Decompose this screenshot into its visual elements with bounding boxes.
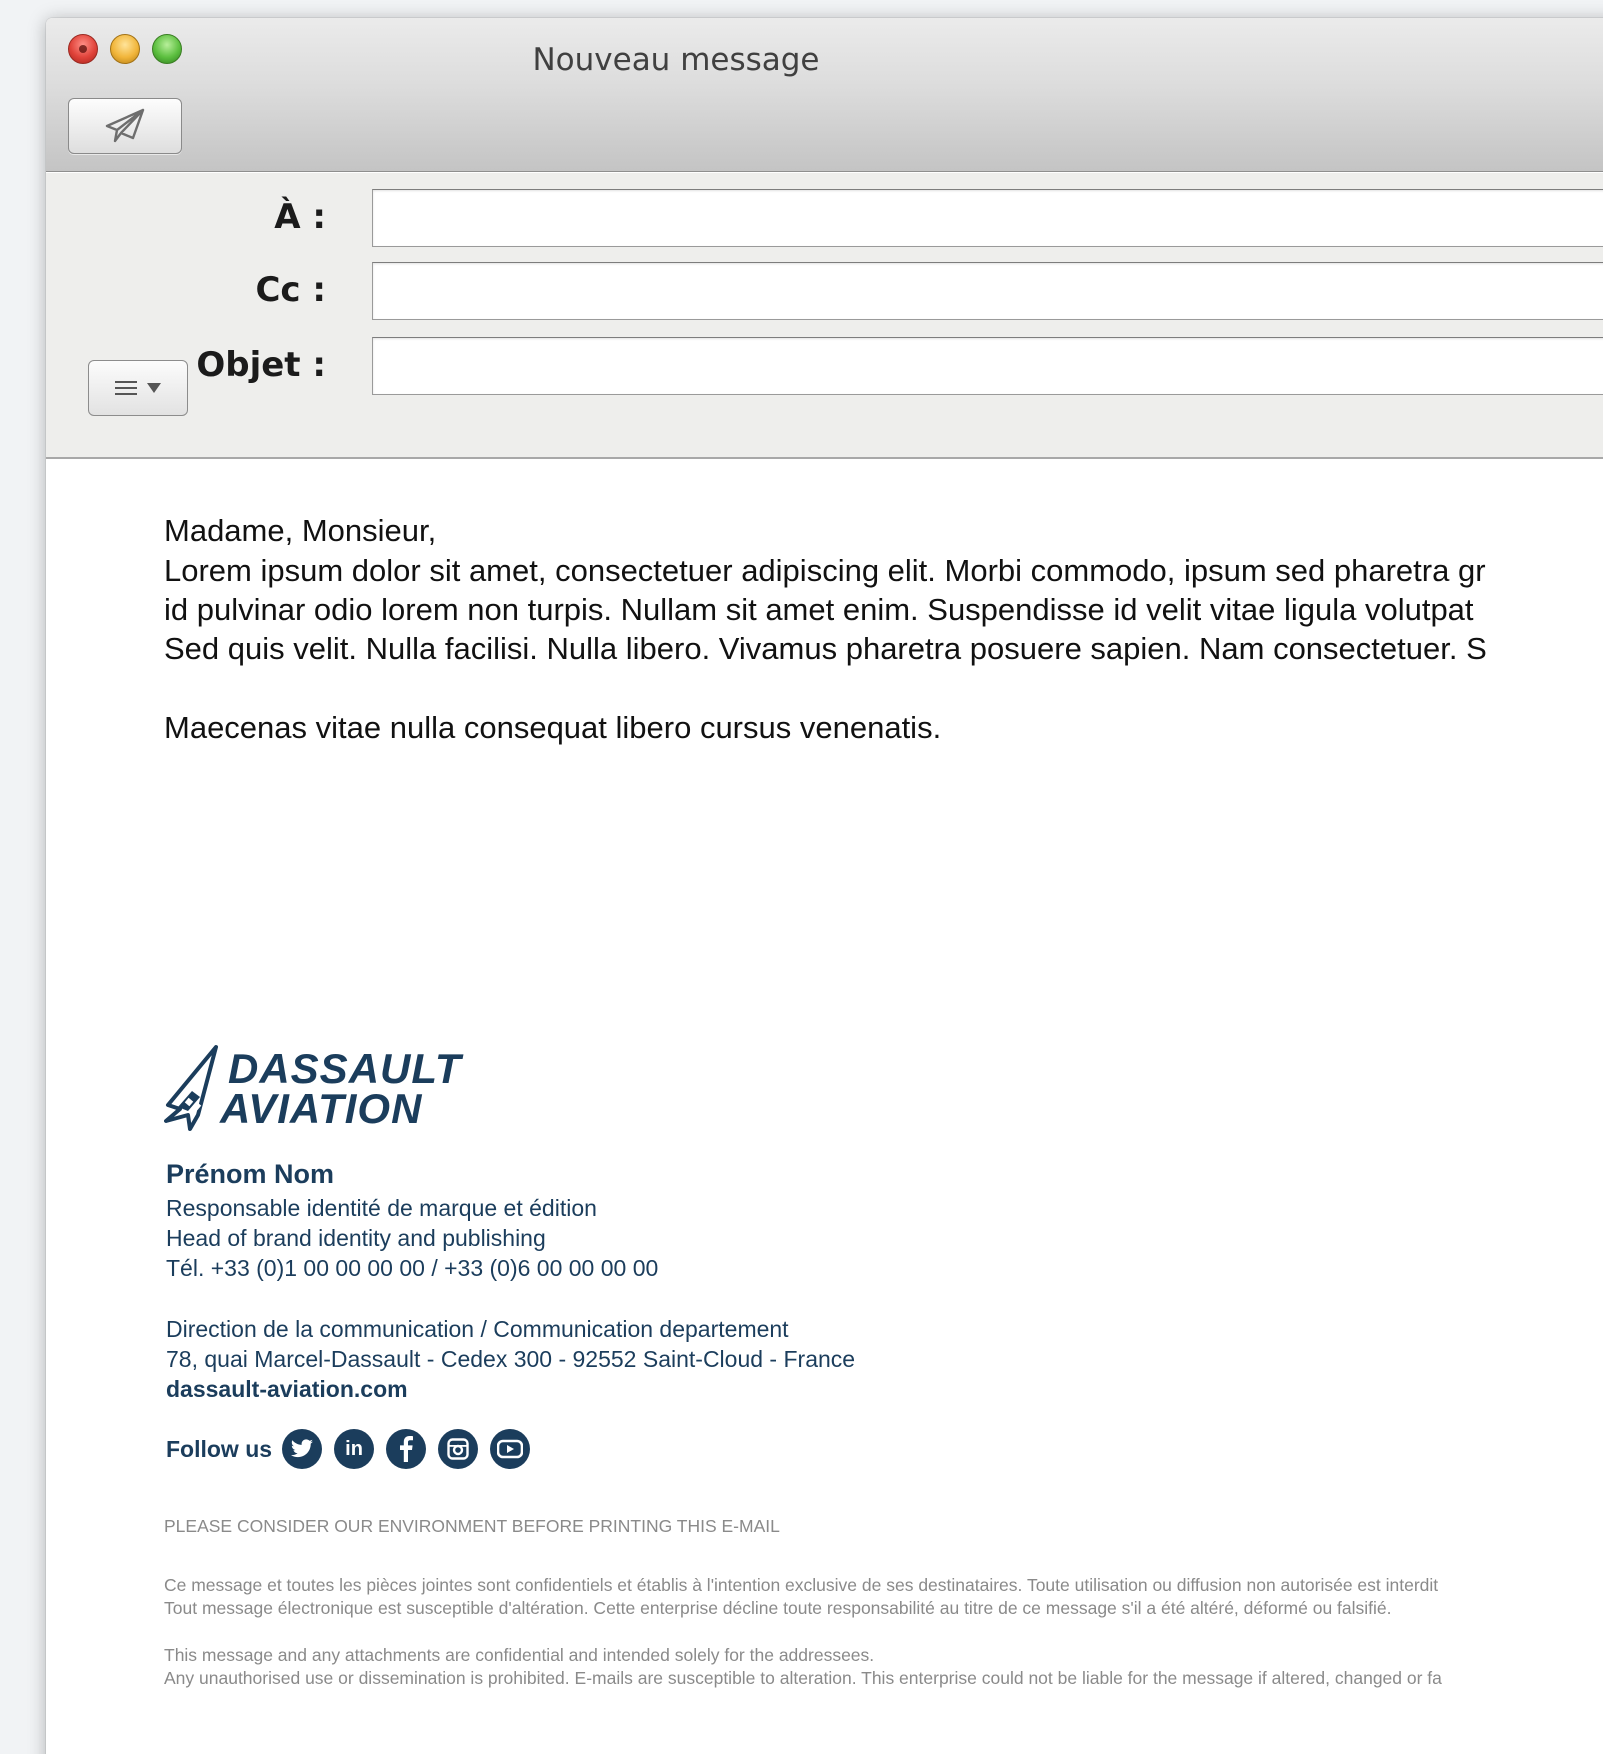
message-body[interactable]: Madame, Monsieur, Lorem ipsum dolor sit … xyxy=(46,461,1603,1754)
disclaimer-fr-line-2: Tout message électronique est susceptibl… xyxy=(164,1598,1392,1618)
company-logo: DASSAULT AVIATION xyxy=(164,1045,494,1137)
environment-notice: PLEASE CONSIDER OUR ENVIRONMENT BEFORE P… xyxy=(164,1516,780,1536)
twitter-icon[interactable] xyxy=(282,1429,323,1469)
signature-website-link[interactable]: dassault-aviation.com xyxy=(166,1374,408,1404)
subject-label: Objet : xyxy=(196,345,326,385)
window-title-text: Nouveau message xyxy=(532,42,820,78)
message-header-fields: À : Cc : Objet : xyxy=(46,173,1603,459)
title-bar: Nouveau message xyxy=(46,18,1603,172)
to-field[interactable] xyxy=(372,189,1603,247)
body-line-2: id pulvinar odio lorem non turpis. Nulla… xyxy=(164,592,1474,627)
linkedin-icon[interactable]: in xyxy=(334,1429,375,1469)
facebook-icon[interactable] xyxy=(386,1429,427,1469)
disclaimer-en-line-2: Any unauthorised use or dissemination is… xyxy=(164,1668,1442,1688)
cc-label: Cc : xyxy=(255,270,326,310)
signature-address: 78, quai Marcel-Dassault - Cedex 300 - 9… xyxy=(166,1346,856,1372)
send-button[interactable] xyxy=(68,98,182,154)
signature-phone: Tél. +33 (0)1 00 00 00 00 / +33 (0)6 00 … xyxy=(166,1255,659,1281)
follow-us-label: Follow us xyxy=(166,1435,273,1462)
closing-text: Maecenas vitae nulla consequat libero cu… xyxy=(164,710,942,745)
signature-department: Direction de la communication / Communic… xyxy=(166,1316,789,1342)
follow-us-row: Follow us in xyxy=(166,1429,534,1469)
signature-name: Prénom Nom xyxy=(166,1159,335,1189)
signature-title-fr: Responsable identité de marque et éditio… xyxy=(166,1195,597,1221)
instagram-icon[interactable] xyxy=(438,1429,479,1469)
body-line-3: Sed quis velit. Nulla facilisi. Nulla li… xyxy=(164,631,1487,666)
youtube-icon[interactable] xyxy=(490,1429,531,1469)
logo-wordmark-line2: AVIATION xyxy=(220,1085,423,1132)
paper-plane-icon xyxy=(105,108,145,143)
greeting-text: Madame, Monsieur, xyxy=(164,513,437,548)
logo-wordmark-line1: DASSAULT xyxy=(228,1045,462,1092)
subject-field[interactable] xyxy=(372,337,1603,395)
cc-field[interactable] xyxy=(372,262,1603,320)
compose-window: Nouveau message À : Cc : Objet : Madame,… xyxy=(46,18,1603,1754)
to-label: À : xyxy=(274,197,326,237)
signature-title-en: Head of brand identity and publishing xyxy=(166,1225,546,1251)
window-title: Nouveau message xyxy=(46,42,1603,78)
body-line-1: Lorem ipsum dolor sit amet, consectetuer… xyxy=(164,553,1486,588)
disclaimer-en-line-1: This message and any attachments are con… xyxy=(164,1645,875,1665)
disclaimer-fr-line-1: Ce message et toutes les pièces jointes … xyxy=(164,1575,1439,1595)
